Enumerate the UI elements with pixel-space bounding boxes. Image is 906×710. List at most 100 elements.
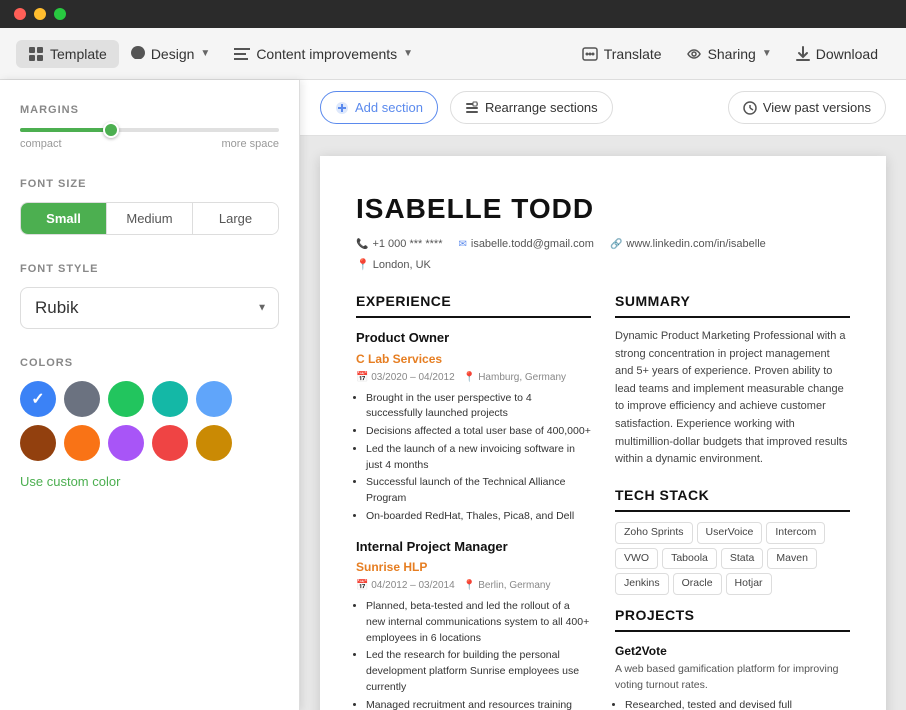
experience-title: EXPERIENCE <box>356 291 591 318</box>
margins-slider-track[interactable] <box>20 128 279 132</box>
tech-tag: UserVoice <box>697 522 763 544</box>
content-label: Content improvements <box>256 46 397 62</box>
job-1-title: Internal Project Manager <box>356 537 591 557</box>
clock-icon <box>743 101 757 115</box>
template-label: Template <box>50 46 107 62</box>
download-label: Download <box>816 46 878 62</box>
nav-translate[interactable]: Translate <box>570 40 674 68</box>
colors-grid <box>20 381 279 461</box>
translate-label: Translate <box>604 46 662 62</box>
resume-two-col: EXPERIENCE Product Owner C Lab Services … <box>356 291 850 710</box>
tech-tag: VWO <box>615 548 658 570</box>
margins-label: MARGINS <box>20 104 279 116</box>
job-0-bullets: Brought in the user perspective to 4 suc… <box>356 391 591 525</box>
color-swatch-blue[interactable] <box>20 381 56 417</box>
project-0: Get2Vote A web based gamification platfo… <box>615 642 850 710</box>
job-0-bullet-2: Led the launch of a new invoicing softwa… <box>366 442 591 474</box>
job-1-bullet-0: Planned, beta-tested and led the rollout… <box>366 599 591 646</box>
nav-sharing[interactable]: Sharing ▼ <box>674 40 784 68</box>
color-swatch-green[interactable] <box>108 381 144 417</box>
more-space-label: more space <box>222 138 279 150</box>
color-swatch-gray[interactable] <box>64 381 100 417</box>
email-icon: ✉ <box>458 237 466 252</box>
phone-item: 📞 +1 000 *** **** <box>356 236 442 253</box>
view-past-button[interactable]: View past versions <box>728 91 886 124</box>
content-area: Add section Rearrange sections View <box>300 80 906 710</box>
template-icon <box>28 46 44 62</box>
font-style-label: FONT STYLE <box>20 263 279 275</box>
linkedin-icon: 🔗 <box>610 237 622 252</box>
colors-section: COLORS Use custom color <box>20 357 279 491</box>
color-swatch-orange[interactable] <box>64 425 100 461</box>
job-0-bullet-0: Brought in the user perspective to 4 suc… <box>366 391 591 423</box>
font-select-wrapper: Rubik <box>20 287 279 329</box>
tech-tag: Intercom <box>766 522 825 544</box>
close-button[interactable] <box>14 8 26 20</box>
rearrange-button[interactable]: Rearrange sections <box>450 91 613 124</box>
resume-page: ISABELLE TODD 📞 +1 000 *** **** ✉ isabel… <box>320 156 886 710</box>
resume-right-col: SUMMARY Dynamic Product Marketing Profes… <box>615 291 850 710</box>
font-size-medium[interactable]: Medium <box>107 203 193 234</box>
job-1-meta: 📅 04/2012 – 03/2014 📍 Berlin, Germany <box>356 578 591 593</box>
font-size-label: FONT SIZE <box>20 178 279 190</box>
location-value: London, UK <box>373 259 431 271</box>
summary-title: SUMMARY <box>615 291 850 318</box>
color-swatch-gold[interactable] <box>196 425 232 461</box>
font-select-display[interactable]: Rubik <box>20 287 279 329</box>
job-1-bullet-2: Managed recruitment and resources traini… <box>366 698 591 710</box>
window-chrome <box>0 0 906 28</box>
custom-color-link[interactable]: Use custom color <box>20 474 120 489</box>
tech-tags: Zoho SprintsUserVoiceIntercomVWOTaboolaS… <box>615 522 850 595</box>
nav-template[interactable]: Template <box>16 40 119 68</box>
job-0: Product Owner C Lab Services 📅 03/2020 –… <box>356 328 591 525</box>
sharing-icon <box>686 47 702 61</box>
job-1-bullet-1: Led the research for building the person… <box>366 648 591 695</box>
project-0-bullet-0: Researched, tested and devised full gami… <box>625 698 850 710</box>
colors-label: COLORS <box>20 357 279 369</box>
color-swatch-brown[interactable] <box>20 425 56 461</box>
slider-thumb[interactable] <box>103 122 119 138</box>
rearrange-label: Rearrange sections <box>485 100 598 115</box>
resume-header: ISABELLE TODD 📞 +1 000 *** **** ✉ isabel… <box>356 188 850 273</box>
font-size-small[interactable]: Small <box>21 203 107 234</box>
sharing-arrow: ▼ <box>762 48 772 59</box>
nav-content[interactable]: Content improvements ▼ <box>222 40 425 68</box>
resume-wrapper: ISABELLE TODD 📞 +1 000 *** **** ✉ isabel… <box>300 136 906 710</box>
resume-name: ISABELLE TODD <box>356 188 850 230</box>
color-swatch-light-blue[interactable] <box>196 381 232 417</box>
font-size-large[interactable]: Large <box>193 203 278 234</box>
add-section-button[interactable]: Add section <box>320 91 438 124</box>
content-arrow: ▼ <box>403 48 413 59</box>
job-1: Internal Project Manager Sunrise HLP 📅 0… <box>356 537 591 710</box>
job-0-company: C Lab Services <box>356 350 591 368</box>
plus-icon <box>335 101 349 115</box>
linkedin-item: 🔗 www.linkedin.com/in/isabelle <box>610 236 766 253</box>
tech-stack-title: TECH STACK <box>615 485 850 512</box>
color-swatch-red[interactable] <box>152 425 188 461</box>
project-0-desc: A web based gamification platform for im… <box>615 662 850 694</box>
nav-design[interactable]: Design ▼ <box>119 40 223 68</box>
minimize-button[interactable] <box>34 8 46 20</box>
tech-tag: Hotjar <box>726 573 772 595</box>
job-0-bullet-4: On-boarded RedHat, Thales, Pica8, and De… <box>366 509 591 525</box>
margins-section: MARGINS compact more space <box>20 104 279 150</box>
sidebar-panel: MARGINS compact more space FONT SIZE Sma… <box>0 80 300 710</box>
font-size-group: Small Medium Large <box>20 202 279 235</box>
tech-tag: Zoho Sprints <box>615 522 693 544</box>
job-1-bullets: Planned, beta-tested and led the rollout… <box>356 599 591 710</box>
location-icon: 📍 <box>356 259 370 271</box>
phone-value: +1 000 *** **** <box>372 236 442 253</box>
color-swatch-purple[interactable] <box>108 425 144 461</box>
translate-icon <box>582 47 598 61</box>
color-swatch-teal[interactable] <box>152 381 188 417</box>
tech-tag: Oracle <box>673 573 722 595</box>
project-0-bullets: Researched, tested and devised full gami… <box>615 698 850 710</box>
tech-tag: Maven <box>767 548 817 570</box>
maximize-button[interactable] <box>54 8 66 20</box>
font-style-section: FONT STYLE Rubik <box>20 263 279 329</box>
resume-left-col: EXPERIENCE Product Owner C Lab Services … <box>356 291 591 710</box>
nav-download[interactable]: Download <box>784 40 890 68</box>
font-size-section: FONT SIZE Small Medium Large <box>20 178 279 235</box>
slider-fill <box>20 128 111 132</box>
toolbar-bar: Add section Rearrange sections View <box>300 80 906 136</box>
